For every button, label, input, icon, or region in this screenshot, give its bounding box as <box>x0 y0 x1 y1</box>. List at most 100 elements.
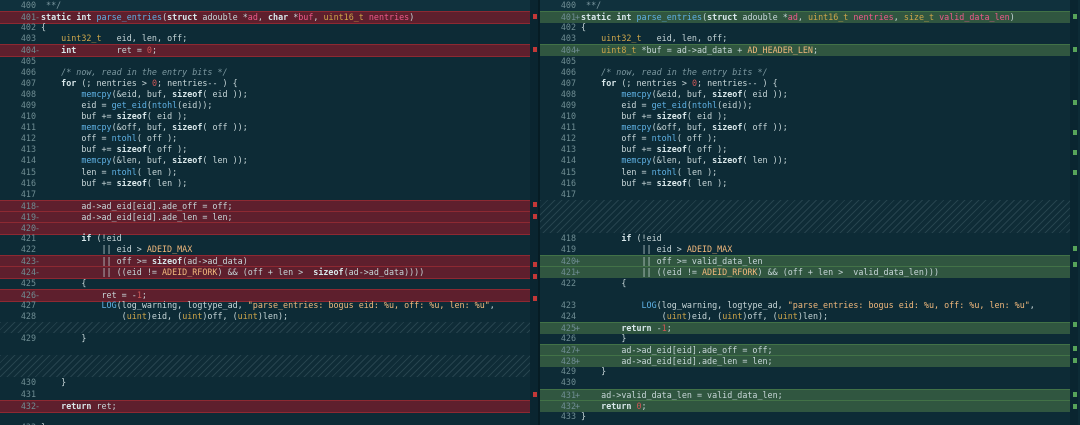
code-line[interactable]: 415 len = ntohl( len ); <box>540 167 1078 178</box>
diff-viewer: 400 **/401- static int parse_entries(stru… <box>0 0 1080 425</box>
code-line[interactable]: 409 eid = get_eid(ntohl(eid)); <box>540 100 1078 111</box>
code-line[interactable]: 428 (uint)eid, (uint)off, (uint)len); <box>0 311 538 322</box>
diff-marker <box>0 189 40 200</box>
diff-marker <box>540 366 580 377</box>
diff-marker <box>0 22 40 33</box>
code-line[interactable]: 431 <box>0 389 538 400</box>
code-line[interactable]: 414 memcpy(&len, buf, sizeof( len )); <box>540 155 1078 166</box>
code-line[interactable]: 417 <box>0 189 538 200</box>
diff-marker <box>540 178 580 189</box>
change-marker <box>1073 100 1077 105</box>
code-text: { <box>581 277 627 288</box>
code-line[interactable]: 410 buf += sizeof( eid ); <box>540 111 1078 122</box>
code-line[interactable]: 424 (uint)eid, (uint)off, (uint)len); <box>540 311 1078 322</box>
code-line[interactable]: 403 uint32_t eid, len, off; <box>540 33 1078 44</box>
code-line[interactable]: 411 memcpy(&off, buf, sizeof( off )); <box>0 122 538 133</box>
code-line[interactable]: 402 { <box>0 22 538 33</box>
diff-marker <box>540 144 580 155</box>
code-line[interactable]: 408 memcpy(&eid, buf, sizeof( eid )); <box>540 89 1078 100</box>
code-line[interactable]: 419 || eid > ADEID_MAX <box>540 244 1078 255</box>
code-line[interactable]: 400 **/ <box>0 0 538 12</box>
code-line[interactable]: 414 memcpy(&len, buf, sizeof( len )); <box>0 155 538 166</box>
code-line[interactable]: 433 } <box>540 411 1078 422</box>
change-marker <box>1073 47 1077 52</box>
scrollbar[interactable] <box>1070 0 1078 425</box>
code-line[interactable]: 402 { <box>540 22 1078 33</box>
code-line[interactable]: 413 buf += sizeof( off ); <box>0 144 538 155</box>
code-line[interactable]: 406 /* now, read in the entry bits */ <box>0 67 538 78</box>
code-line[interactable]: 416 buf += sizeof( len ); <box>540 178 1078 189</box>
modified-file-pane[interactable]: 400 **/401 + static int parse_entries(stru… <box>540 0 1078 425</box>
code-text: LOG(log_warning, logtype_ad, "parse_entr… <box>641 299 1035 310</box>
code-text: buf += sizeof( off ); <box>41 144 188 155</box>
code-line[interactable]: 400 **/ <box>540 0 1078 12</box>
code-text: if (!eid <box>621 233 662 244</box>
code-line[interactable]: 403 uint32_t eid, len, off; <box>0 33 538 44</box>
code-text: buf += sizeof( off ); <box>581 144 728 155</box>
code-text: buf += sizeof( len ); <box>41 177 188 188</box>
code-text: memcpy(&len, buf, sizeof( len )); <box>621 155 788 166</box>
code-text: } <box>581 366 607 377</box>
original-file-pane[interactable]: 400 **/401- static int parse_entries(stru… <box>0 0 540 425</box>
code-line[interactable]: 407 for (; nentries > 0; nentries-- ) { <box>540 78 1078 89</box>
code-line[interactable]: 427 LOG(log_warning, logtype_ad, "parse_… <box>0 300 538 311</box>
diff-marker <box>540 411 580 422</box>
code-line[interactable]: 429 } <box>540 366 1078 377</box>
code-line[interactable]: 405 <box>540 56 1078 67</box>
code-line[interactable]: 407 for (; nentries > 0; nentries-- ) { <box>0 78 538 89</box>
code-text: buf += sizeof( eid ); <box>41 111 188 121</box>
diff-marker <box>0 167 40 178</box>
code-line[interactable]: 425 { <box>0 278 538 289</box>
code-text: { <box>581 22 587 33</box>
diff-marker <box>540 122 580 133</box>
code-line[interactable]: 411 memcpy(&off, buf, sizeof( off )); <box>540 122 1078 133</box>
code-text: || eid > ADEID_MAX <box>41 244 193 255</box>
code-line[interactable]: 405 <box>0 56 538 67</box>
code-text: **/ <box>46 0 62 10</box>
code-line[interactable]: 418 if (!eid <box>540 233 1078 244</box>
code-line[interactable]: 415 len = ntohl( len ); <box>0 167 538 178</box>
code-line[interactable]: 422 || eid > ADEID_MAX <box>0 244 538 255</box>
code-line[interactable]: 422 { <box>540 278 1078 289</box>
scrollbar[interactable] <box>530 0 538 425</box>
diff-filler-row <box>0 321 538 333</box>
code-line[interactable]: 417 <box>540 189 1078 200</box>
code-line[interactable]: 412 off = ntohl( off ); <box>0 133 538 144</box>
code-line[interactable]: 430 } <box>0 377 538 388</box>
code-text: for (; nentries > 0; nentries-- ) { <box>61 77 238 88</box>
code-line[interactable]: 413 buf += sizeof( off ); <box>540 144 1078 155</box>
diff-marker <box>0 0 40 11</box>
code-line[interactable]: 409 eid = get_eid(ntohl(eid)); <box>0 100 538 111</box>
diff-marker <box>0 155 40 166</box>
change-marker <box>1073 322 1077 327</box>
diff-filler-row <box>540 199 1078 234</box>
change-marker <box>1073 404 1077 409</box>
code-line[interactable]: 430 <box>540 377 1078 388</box>
code-line[interactable]: 410 buf += sizeof( eid ); <box>0 111 538 122</box>
code-line[interactable]: 421 if (!eid <box>0 233 538 244</box>
change-marker <box>1073 262 1077 267</box>
code-line[interactable]: 423 LOG(log_warning, logtype_ad, "parse_… <box>540 300 1078 311</box>
code-line[interactable] <box>0 411 538 422</box>
change-marker <box>1073 150 1077 155</box>
diff-marker <box>540 233 580 244</box>
diff-marker <box>540 33 580 44</box>
code-line[interactable]: 429 } <box>0 333 538 355</box>
diff-marker <box>540 300 580 311</box>
diff-marker <box>540 89 580 100</box>
code-line[interactable]: 412 off = ntohl( off ); <box>540 133 1078 144</box>
diff-marker <box>540 78 580 89</box>
code-line[interactable]: 406 /* now, read in the entry bits */ <box>540 67 1078 78</box>
code-line[interactable]: 408 memcpy(&eid, buf, sizeof( eid )); <box>0 89 538 100</box>
diff-marker <box>0 278 40 289</box>
code-text: off = ntohl( off ); <box>581 133 718 144</box>
change-marker <box>1073 170 1077 175</box>
code-line[interactable]: 426 } <box>540 333 1078 344</box>
code-line[interactable] <box>540 289 1078 300</box>
change-marker <box>533 14 537 19</box>
code-line[interactable]: 416 buf += sizeof( len ); <box>0 178 538 189</box>
diff-marker <box>0 389 40 400</box>
diff-marker <box>540 189 580 200</box>
diff-marker <box>540 377 580 388</box>
